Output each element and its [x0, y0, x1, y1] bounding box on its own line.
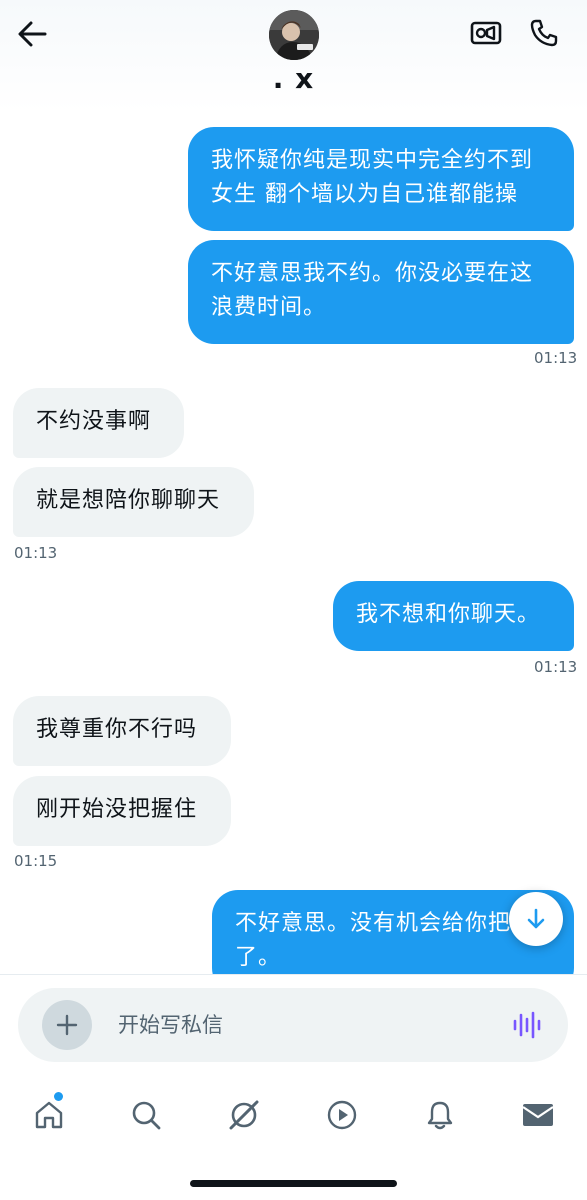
- video-call-button[interactable]: [465, 12, 507, 54]
- scroll-to-bottom-button[interactable]: [509, 892, 563, 946]
- message-text-line: 浪费时间。: [211, 295, 327, 320]
- message-timestamp: 01:13: [534, 658, 578, 676]
- notification-dot: [54, 1092, 63, 1101]
- message-text: 不约没事啊: [36, 409, 152, 434]
- message-text-line: 我怀疑你纯是现实中完全约不到: [211, 148, 534, 173]
- bottom-navigation: [0, 1080, 587, 1150]
- nav-messages[interactable]: [513, 1090, 563, 1140]
- nav-video[interactable]: [317, 1090, 367, 1140]
- divider: [0, 974, 587, 975]
- message-timestamp: 01:13: [534, 349, 578, 367]
- message-text: 我尊重你不行吗: [36, 717, 198, 742]
- voice-message-button[interactable]: [508, 1006, 546, 1044]
- grok-icon: [229, 1100, 259, 1130]
- phone-icon: [530, 19, 558, 47]
- message-text: 我不想和你聊天。: [356, 602, 541, 627]
- message-text-line: 不好意思。没有机会给你把: [235, 911, 512, 936]
- message-text: 刚开始没把握住: [36, 797, 198, 822]
- video-camera-icon: [470, 21, 502, 45]
- message-timestamp: 01:13: [14, 544, 58, 562]
- message-list[interactable]: 我怀疑你纯是现实中完全约不到 女生 翻个墙以为自己谁都能操 不好意思我不约。你没…: [0, 112, 587, 974]
- message-bubble-sent[interactable]: 不好意思我不约。你没必要在这 浪费时间。: [188, 240, 574, 344]
- message-input[interactable]: [118, 1010, 478, 1040]
- message-bubble-received[interactable]: 我尊重你不行吗: [13, 696, 231, 766]
- voice-call-button[interactable]: [523, 12, 565, 54]
- message-bubble-received[interactable]: 就是想陪你聊聊天: [13, 467, 254, 537]
- video-play-icon: [327, 1100, 357, 1130]
- add-media-button[interactable]: [42, 1000, 92, 1050]
- message-bubble-received[interactable]: 不约没事啊: [13, 388, 184, 458]
- message-timestamp: 01:15: [14, 852, 58, 870]
- message-bubble-received[interactable]: 刚开始没把握住: [13, 776, 231, 846]
- message-text-line: 不好意思我不约。你没必要在这: [211, 261, 534, 286]
- home-indicator: [190, 1180, 397, 1187]
- back-button[interactable]: [12, 14, 52, 54]
- message-text: 就是想陪你聊聊天: [36, 488, 221, 513]
- message-bubble-sent[interactable]: 我怀疑你纯是现实中完全约不到 女生 翻个墙以为自己谁都能操: [188, 127, 574, 231]
- nav-home[interactable]: [24, 1090, 74, 1140]
- search-icon: [132, 1101, 161, 1130]
- voice-waveform-icon: [513, 1011, 541, 1039]
- bell-icon: [427, 1101, 453, 1130]
- home-icon: [35, 1101, 63, 1129]
- plus-icon: [56, 1014, 78, 1036]
- nav-search[interactable]: [121, 1090, 171, 1140]
- chat-header: . x: [0, 0, 587, 112]
- message-text-line: 女生 翻个墙以为自己谁都能操: [211, 182, 518, 207]
- contact-name[interactable]: . x: [0, 62, 587, 95]
- avatar[interactable]: [269, 10, 319, 60]
- arrow-left-icon: [18, 21, 47, 47]
- mail-icon: [522, 1104, 554, 1126]
- arrow-down-icon: [527, 908, 545, 929]
- message-text-line: 了。: [235, 945, 282, 970]
- message-bubble-sent[interactable]: 我不想和你聊天。: [333, 581, 574, 651]
- nav-notifications[interactable]: [415, 1090, 465, 1140]
- message-composer: [18, 988, 568, 1062]
- nav-grok[interactable]: [219, 1090, 269, 1140]
